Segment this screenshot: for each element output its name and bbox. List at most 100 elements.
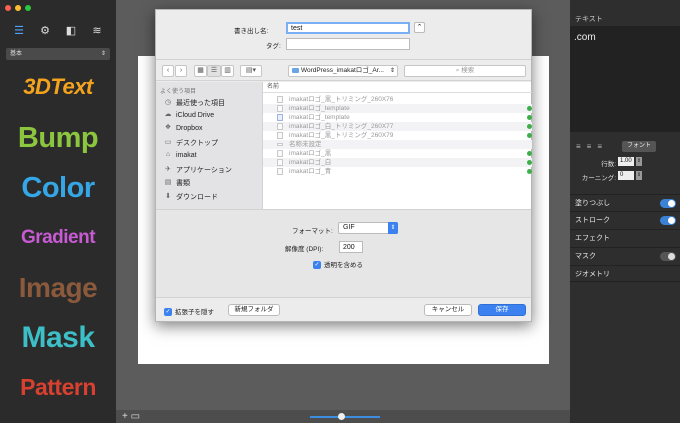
section-mask[interactable]: マスク bbox=[570, 247, 680, 264]
search-input[interactable]: ⌕ 検索 bbox=[404, 65, 526, 77]
list-item[interactable]: imakatロゴ_白 bbox=[263, 158, 532, 167]
section-geometry[interactable]: ジオメトリ bbox=[570, 265, 680, 282]
list-item[interactable]: 名称未設定 bbox=[263, 140, 532, 149]
minimize-window-button[interactable] bbox=[15, 5, 21, 11]
download-icon: ⬇ bbox=[165, 193, 171, 201]
resolution-input[interactable] bbox=[339, 241, 363, 253]
hide-extension-checkbox[interactable]: ✓ bbox=[164, 308, 172, 317]
desktop-icon: ▭ bbox=[164, 139, 172, 147]
gear-icon[interactable]: ⚙ bbox=[38, 24, 52, 38]
column-header-name[interactable]: 名前 bbox=[263, 82, 532, 93]
tags-label: タグ: bbox=[266, 43, 281, 50]
export-name-input[interactable] bbox=[286, 22, 410, 34]
panel-tabs: ☰ ⚙ ◧ ≋ bbox=[12, 24, 104, 38]
file-name: 名称未設定 bbox=[289, 141, 322, 148]
canvas-bottom-bar: + ▭ bbox=[116, 410, 570, 423]
style-label: Color bbox=[21, 172, 95, 204]
file-name: imakatロゴ_白 bbox=[289, 159, 332, 166]
cancel-button[interactable]: キャンセル bbox=[424, 304, 472, 316]
list-item[interactable]: imakatロゴ_白_トリミング_260X77 bbox=[263, 122, 532, 131]
align-left-icon[interactable]: ≡ bbox=[576, 142, 581, 151]
sidebar-item-home[interactable]: ⌂ imakat bbox=[164, 151, 197, 159]
transparency-option[interactable]: ✓ 透明を含める bbox=[313, 259, 363, 270]
inspector-panel: テキスト .com ≡ ≡ ≡ フォント 行数: 1.00 ⇕ カーニング: 0… bbox=[570, 0, 680, 423]
font-button[interactable]: フォント bbox=[622, 141, 656, 152]
text-input-area[interactable]: .com bbox=[570, 26, 680, 132]
dialog-toolbar: ‹ › ▦ ☰ ▥ ▤▾ WordPress_imakatロゴ_Ar... ⇕ … bbox=[156, 59, 531, 81]
zoom-slider[interactable] bbox=[310, 416, 380, 418]
style-bump[interactable]: Bump bbox=[0, 122, 116, 155]
sidebar-item-label: ダウンロード bbox=[176, 194, 218, 201]
kerning-stepper[interactable]: ⇕ bbox=[636, 171, 642, 180]
section-effect[interactable]: エフェクト bbox=[570, 229, 680, 246]
location-label: WordPress_imakatロゴ_Ar... bbox=[301, 67, 384, 74]
style-gradient[interactable]: Gradient bbox=[0, 227, 116, 249]
file-name: imakatロゴ_template bbox=[289, 114, 350, 121]
sidebar-item-downloads[interactable]: ⬇ ダウンロード bbox=[164, 192, 218, 202]
style-color[interactable]: Color bbox=[0, 172, 116, 205]
style-image[interactable]: Image bbox=[0, 272, 116, 304]
line-spacing-field[interactable]: 1.00 bbox=[618, 157, 634, 166]
stroke-toggle[interactable] bbox=[660, 216, 676, 225]
section-stroke[interactable]: ストローク bbox=[570, 211, 680, 228]
align-center-icon[interactable]: ≡ bbox=[587, 142, 592, 151]
tags-input[interactable] bbox=[286, 38, 410, 50]
list-view-button[interactable]: ☰ bbox=[207, 65, 221, 77]
format-value: GIF bbox=[343, 224, 355, 231]
align-right-icon[interactable]: ≡ bbox=[597, 142, 602, 151]
file-icon bbox=[277, 159, 283, 166]
file-name: imakatロゴ_白_トリミング_260X77 bbox=[289, 123, 394, 130]
fill-toggle[interactable] bbox=[660, 199, 676, 208]
new-folder-button[interactable]: 新規フォルダ bbox=[228, 304, 280, 316]
style-pattern[interactable]: Pattern bbox=[0, 374, 116, 401]
sidebar-item-recents[interactable]: ◷ 最近使った項目 bbox=[164, 98, 225, 108]
list-item[interactable]: imakatロゴ_template bbox=[263, 104, 532, 113]
close-window-button[interactable] bbox=[5, 5, 11, 11]
list-item[interactable]: imakatロゴ_黒_トリミング_260X79 bbox=[263, 131, 532, 140]
style-label: Image bbox=[18, 272, 98, 303]
style-mask[interactable]: Mask bbox=[0, 321, 116, 355]
zoom-slider-knob[interactable] bbox=[338, 413, 345, 420]
hide-extension-label: 拡張子を隠す bbox=[175, 309, 214, 316]
gallery-view-button[interactable]: ▤▾ bbox=[240, 65, 262, 77]
kerning-field[interactable]: 0 bbox=[618, 171, 634, 180]
sidebar-item-icloud[interactable]: ☁ iCloud Drive bbox=[164, 111, 215, 119]
column-view-button[interactable]: ▥ bbox=[221, 65, 234, 77]
list-item[interactable]: imakatロゴ_黒 bbox=[263, 149, 532, 158]
expand-dialog-button[interactable]: ⌃ bbox=[414, 22, 425, 33]
add-layer-icon[interactable]: + ▭ bbox=[122, 410, 140, 423]
shapes-icon[interactable]: ◧ bbox=[64, 24, 78, 38]
icon-view-button[interactable]: ▦ bbox=[194, 65, 207, 77]
hide-extension-option[interactable]: ✓ 拡張子を隠す bbox=[164, 306, 214, 317]
list-item[interactable]: imakatロゴ_template bbox=[263, 113, 532, 122]
style-3dtext[interactable]: 3DText bbox=[0, 74, 116, 100]
line-stepper[interactable]: ⇕ bbox=[636, 157, 642, 166]
mask-toggle[interactable] bbox=[660, 252, 676, 261]
transparency-checkbox[interactable]: ✓ bbox=[313, 261, 321, 270]
list-item[interactable]: imakatロゴ_黒_トリミング_260X76 bbox=[263, 95, 532, 104]
location-select[interactable]: WordPress_imakatロゴ_Ar... ⇕ bbox=[288, 65, 398, 77]
back-button[interactable]: ‹ bbox=[162, 65, 174, 77]
sidebar-item-dropbox[interactable]: ❖ Dropbox bbox=[164, 124, 203, 132]
file-name: imakatロゴ_template bbox=[289, 105, 350, 112]
sidebar-item-label: アプリケーション bbox=[176, 167, 232, 174]
green-tag-icon bbox=[527, 133, 532, 138]
sidebar-item-documents[interactable]: ▤ 書類 bbox=[164, 178, 190, 188]
layers-icon[interactable]: ≋ bbox=[90, 24, 104, 38]
transparency-label: 透明を含める bbox=[324, 262, 363, 269]
list-item[interactable]: imakatロゴ_青 bbox=[263, 167, 532, 176]
save-button[interactable]: 保存 bbox=[478, 304, 526, 316]
sidebar-item-applications[interactable]: ✈ アプリケーション bbox=[164, 165, 232, 175]
green-tag-icon bbox=[527, 106, 532, 111]
file-icon bbox=[277, 96, 283, 103]
style-label: Mask bbox=[21, 321, 95, 354]
sidebar-item-label: 書類 bbox=[176, 180, 190, 187]
preset-select[interactable]: 基本 ⇕ bbox=[6, 48, 110, 60]
zoom-window-button[interactable] bbox=[25, 5, 31, 11]
chevron-updown-icon: ⇕ bbox=[388, 222, 398, 234]
format-select[interactable]: GIF ⇕ bbox=[338, 222, 398, 234]
forward-button[interactable]: › bbox=[175, 65, 187, 77]
sidebar-item-desktop[interactable]: ▭ デスクトップ bbox=[164, 138, 218, 148]
list-icon[interactable]: ☰ bbox=[12, 24, 26, 38]
section-fill[interactable]: 塗りつぶし bbox=[570, 194, 680, 211]
